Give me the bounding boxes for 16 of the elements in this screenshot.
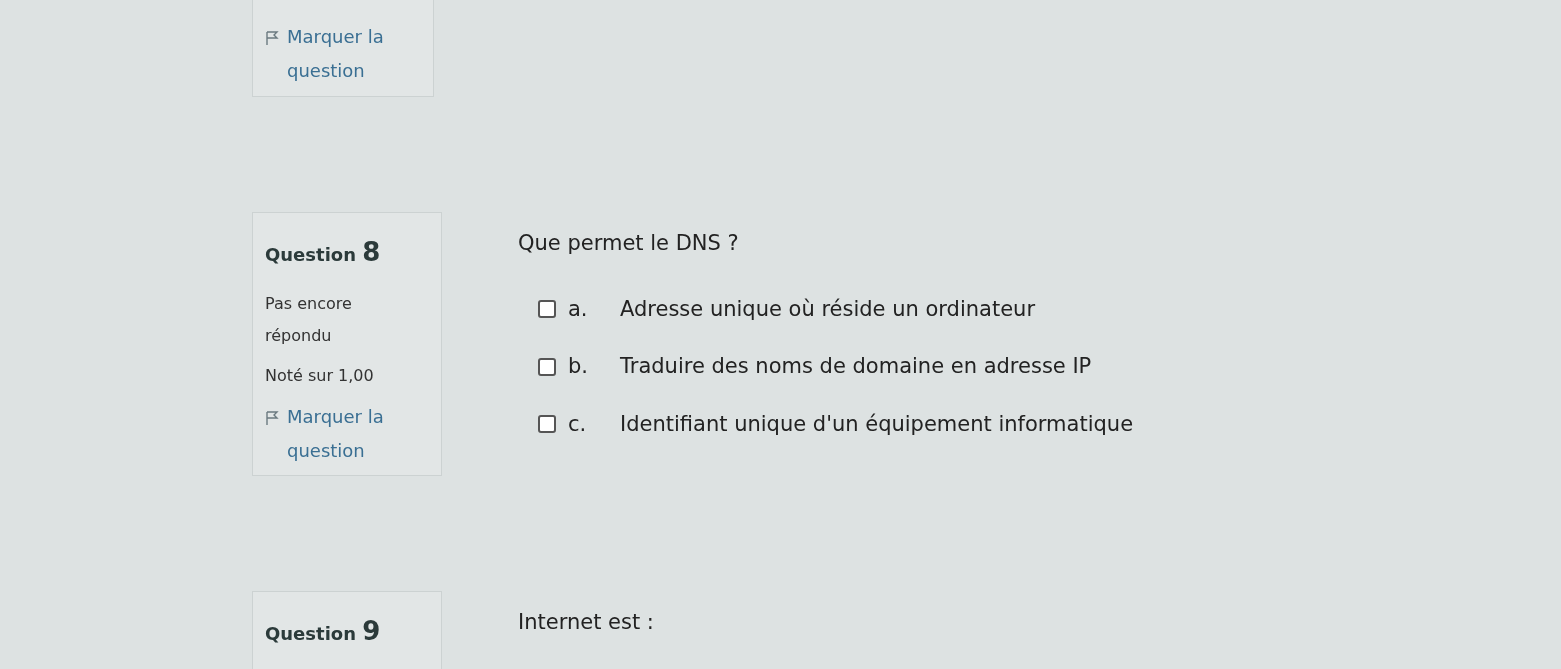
answer-option[interactable]: a. Adresse unique où réside un ordinateur (538, 293, 1134, 325)
question-text: Internet est : (518, 609, 654, 636)
flag-question-link[interactable]: Marquer la question (265, 20, 415, 88)
flag-icon (265, 30, 279, 46)
answer-option[interactable]: c. Identifiant unique d'un équipement informatique (538, 408, 1134, 440)
checkbox[interactable] (538, 300, 556, 319)
question-text: Que permet le DNS ? (518, 230, 740, 257)
answer-option[interactable]: b. Traduire des noms de domaine en adresse IP (538, 351, 1134, 383)
checkbox[interactable] (538, 357, 556, 376)
flag-question-link[interactable]: Marquer la question (265, 400, 415, 468)
question-status: Pas encore répondu (265, 293, 353, 347)
flag-icon (265, 410, 279, 426)
question-number: Question 8 (265, 236, 382, 269)
checkbox[interactable] (538, 415, 556, 434)
question-grade: Noté sur 1,00 (265, 365, 375, 387)
question-number: Question 9 (265, 615, 382, 648)
